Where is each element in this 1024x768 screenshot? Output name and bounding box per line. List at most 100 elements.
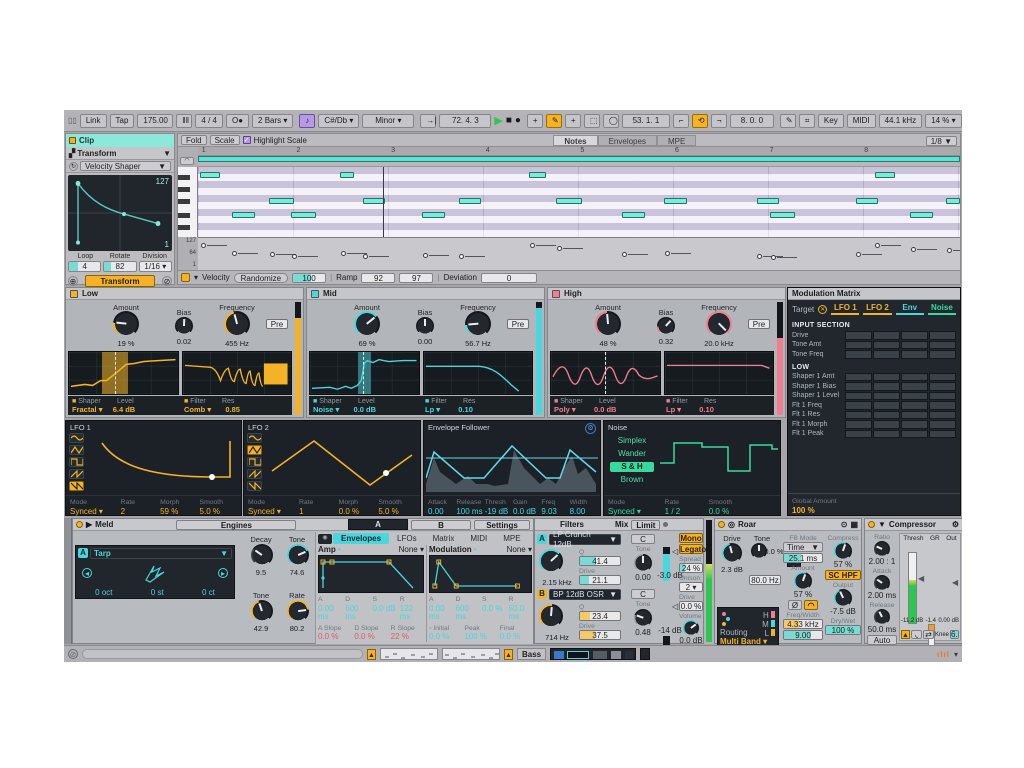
eye-icon[interactable]: ◉: [318, 534, 332, 544]
shaper-type-menu-high[interactable]: Poly ▾: [554, 405, 576, 414]
matrix-cell[interactable]: [929, 401, 956, 410]
draw-mode-icon[interactable]: ✎: [780, 114, 796, 128]
velocity-lane-area[interactable]: [198, 237, 960, 272]
meld-engines-tab[interactable]: Engines: [176, 520, 296, 530]
matrix-col-lfo2[interactable]: LFO 2: [863, 303, 891, 315]
arrangement-position[interactable]: 72. 4. 3: [439, 114, 491, 128]
triangle-wave-icon[interactable]: [69, 445, 84, 455]
global-amount-value[interactable]: 100 %: [792, 506, 815, 515]
amp-sustain[interactable]: 0.0 dB: [373, 604, 396, 613]
noise-smooth[interactable]: 0.0 %: [709, 507, 729, 516]
engine-b-tone-knob[interactable]: [251, 600, 273, 622]
clip-warning-icon[interactable]: ▲: [367, 649, 376, 660]
shaper-graph-high[interactable]: [550, 351, 661, 395]
filter-b-type-menu[interactable]: BP 12dB OSR▼: [549, 589, 621, 600]
midi-note[interactable]: [529, 172, 546, 178]
matrix-col-env[interactable]: Env: [896, 303, 924, 315]
punch-out-icon[interactable]: ¬: [711, 114, 727, 128]
limit-button[interactable]: Limit: [631, 520, 660, 530]
pre-toggle-low[interactable]: Pre: [266, 319, 288, 329]
clear-target-icon[interactable]: ✕: [818, 305, 827, 314]
fb-phase-invert-button[interactable]: Ø: [788, 600, 802, 610]
overdub-icon[interactable]: +: [527, 114, 543, 128]
filter-a-pan[interactable]: C: [631, 534, 655, 544]
amp-assign-menu[interactable]: None ▾: [399, 545, 424, 554]
matrix-cell[interactable]: [873, 373, 900, 382]
frequency-knob-mid[interactable]: [465, 311, 491, 337]
saw-down-wave-icon[interactable]: [69, 481, 84, 491]
filter-a-drive-field[interactable]: 21.1: [579, 575, 621, 585]
lfo2-waveform-display[interactable]: [266, 431, 418, 493]
midi-note[interactable]: [622, 212, 646, 218]
midi-note[interactable]: [232, 212, 256, 218]
roar-drive-knob[interactable]: [722, 543, 742, 563]
mono-button[interactable]: Mono: [679, 533, 703, 543]
filter-graph-high[interactable]: [664, 351, 775, 395]
collapsed-view-icon[interactable]: ⇄: [923, 630, 934, 639]
transform-tool-menu[interactable]: Velocity Shaper▼: [80, 161, 171, 171]
midi-note[interactable]: [556, 198, 582, 204]
engine-a-oct[interactable]: 0 oct: [95, 588, 112, 597]
link-button[interactable]: Link: [80, 114, 107, 128]
meld-subtab-matrix[interactable]: Matrix: [425, 533, 463, 544]
matrix-cell[interactable]: [901, 411, 928, 420]
rotate-value-field[interactable]: 82: [103, 261, 136, 272]
lfo2-rate[interactable]: 1: [299, 507, 303, 516]
midi-note[interactable]: [200, 172, 220, 178]
matrix-col-lfo1[interactable]: LFO 1: [831, 303, 859, 315]
amount-knob-low[interactable]: [113, 311, 139, 337]
cpu-meter[interactable]: 14 % ▾: [925, 114, 961, 128]
ef-release[interactable]: 100 ms: [456, 507, 482, 516]
global-drive-field[interactable]: 0.0 %: [679, 601, 703, 611]
out-gain-handle[interactable]: ◀: [952, 578, 958, 587]
release-knob[interactable]: [874, 609, 890, 625]
filter-a-freq-knob[interactable]: [539, 549, 563, 573]
meld-tab-a[interactable]: A: [348, 519, 408, 530]
clip-overview-2[interactable]: [442, 648, 500, 660]
follow-icon[interactable]: →|: [420, 114, 436, 128]
amp-r-slope[interactable]: 22 %: [391, 632, 409, 641]
filter-b-drive-field[interactable]: 37.5: [579, 630, 621, 640]
automation-arm-icon[interactable]: ✎: [546, 114, 562, 128]
sc-hpf-button[interactable]: SC HPF: [825, 570, 861, 580]
velocity-marker[interactable]: [622, 252, 627, 257]
square-wave-icon[interactable]: [247, 457, 262, 467]
noise-rate[interactable]: 1 / 2: [665, 507, 681, 516]
capture-midi-icon[interactable]: ⬚: [584, 114, 600, 128]
velocity-marker[interactable]: [341, 251, 346, 256]
matrix-cell[interactable]: [901, 341, 928, 350]
midi-note[interactable]: [291, 212, 316, 218]
filter-type-menu-high[interactable]: Lp ▾: [666, 405, 681, 414]
session-record-icon[interactable]: ◯: [603, 114, 619, 128]
groove-amount[interactable]: O●: [226, 114, 249, 128]
pre-toggle-high[interactable]: Pre: [748, 319, 770, 329]
matrix-cell[interactable]: [929, 392, 956, 401]
meld-power-led[interactable]: [76, 521, 83, 528]
meld-subtab-lfos[interactable]: LFOs: [389, 533, 425, 544]
loop-icon[interactable]: ⟲: [692, 114, 708, 128]
midi-map-button[interactable]: MIDI: [847, 114, 876, 128]
matrix-cell[interactable]: [901, 401, 928, 410]
mod-envelope-graph[interactable]: [429, 555, 532, 593]
velocity-shaper-graph[interactable]: 127 1: [68, 175, 172, 251]
noise-type-brown[interactable]: Brown: [610, 475, 654, 485]
chevron-down-icon[interactable]: ▼: [163, 149, 171, 158]
shaper-type-menu-low[interactable]: Fractal ▾: [72, 405, 102, 414]
shaper-graph-low[interactable]: [68, 351, 179, 395]
piano-keys[interactable]: ◠: [178, 167, 198, 237]
tab-envelopes[interactable]: Envelopes: [598, 135, 657, 146]
matrix-cell[interactable]: [929, 411, 956, 420]
matrix-cell[interactable]: [901, 430, 928, 439]
matrix-cell[interactable]: [845, 373, 872, 382]
metronome-icon[interactable]: ‖‖: [176, 114, 192, 128]
matrix-cell[interactable]: [845, 392, 872, 401]
device-chain-handle[interactable]: [64, 518, 72, 644]
unison-menu[interactable]: 2 ▾: [679, 582, 703, 592]
tab-notes[interactable]: Notes: [553, 135, 597, 146]
midi-note[interactable]: [664, 198, 687, 204]
attack-knob[interactable]: [874, 575, 890, 591]
velocity-marker[interactable]: [232, 251, 237, 256]
fold-button[interactable]: Fold: [181, 135, 207, 145]
matrix-cell[interactable]: [873, 350, 900, 359]
amp-d-slope[interactable]: 0.0 %: [354, 632, 374, 641]
